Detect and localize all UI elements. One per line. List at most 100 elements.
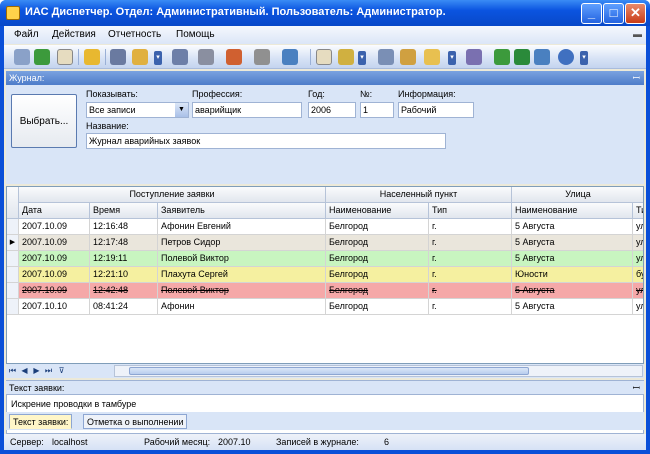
toolbar-chevron-icon[interactable]: ▾ [154, 51, 162, 65]
cell-street-name[interactable]: Юности [512, 267, 633, 282]
name-field[interactable]: Журнал аварийных заявок [86, 133, 446, 149]
col-applicant[interactable]: Заявитель [158, 203, 326, 219]
network-icon[interactable] [534, 49, 550, 65]
toolbar-chevron-icon[interactable]: ▾ [580, 51, 588, 65]
cell-settlement-name[interactable]: Белгород [326, 251, 429, 266]
cell-date[interactable]: 2007.10.10 [19, 299, 90, 314]
last-record-icon[interactable]: ⏭ [43, 365, 54, 376]
prev-record-icon[interactable]: ◀ [19, 365, 30, 376]
number-field[interactable]: 1 [360, 102, 394, 118]
next-record-icon[interactable]: ▶ [31, 365, 42, 376]
row-selector[interactable] [7, 251, 19, 266]
col-time[interactable]: Время [90, 203, 158, 219]
cell-street-name[interactable]: 5 Августа [512, 235, 633, 250]
cell-applicant[interactable]: Плахута Сергей [158, 267, 326, 282]
cell-settlement-name[interactable]: Белгород [326, 219, 429, 234]
cell-street-type[interactable]: ул [633, 219, 643, 234]
row-selector[interactable] [7, 267, 19, 282]
maximize-button[interactable]: □ [603, 3, 624, 24]
cell-street-name[interactable]: 5 Августа [512, 299, 633, 314]
cell-street-name[interactable]: 5 Августа [512, 251, 633, 266]
table-row[interactable]: 2007.10.10 08:41:24 Афонин Белгород г. 5 Авгу… [7, 299, 643, 315]
cell-time[interactable]: 12:16:48 [90, 219, 158, 234]
toolbar-chevron-icon[interactable]: ▾ [448, 51, 456, 65]
cell-settlement-type[interactable]: г. [429, 283, 512, 298]
table-row[interactable]: 2007.10.09 12:21:10 Плахута Сергей Белгород… [7, 267, 643, 283]
row-selector[interactable]: ▶ [7, 235, 19, 250]
cell-applicant[interactable]: Афонин [158, 299, 326, 314]
cell-date[interactable]: 2007.10.09 [19, 283, 90, 298]
table-row[interactable]: 2007.10.09 12:16:48 Афонин Евгений Белгород… [7, 219, 643, 235]
cell-street-type[interactable]: ул [633, 235, 643, 250]
columns-icon[interactable] [172, 49, 188, 65]
search-icon[interactable] [514, 49, 530, 65]
table-row[interactable]: ▶ 2007.10.09 12:17:48 Петров Сидор Белгород г… [7, 235, 643, 251]
cell-date[interactable]: 2007.10.09 [19, 235, 90, 250]
book-icon[interactable] [466, 49, 482, 65]
sign-icon[interactable] [338, 49, 354, 65]
cell-street-name[interactable]: 5 Августа [512, 219, 633, 234]
cell-settlement-type[interactable]: г. [429, 235, 512, 250]
select-journal-button[interactable]: Выбрать... [11, 94, 77, 148]
report-icon[interactable] [316, 49, 332, 65]
cell-time[interactable]: 08:41:24 [90, 299, 158, 314]
cell-date[interactable]: 2007.10.09 [19, 267, 90, 282]
year-field[interactable]: 2006 [308, 102, 356, 118]
cell-street-name[interactable]: 5 Августа [512, 283, 633, 298]
close-button[interactable]: ✕ [625, 3, 646, 24]
cell-settlement-type[interactable]: г. [429, 251, 512, 266]
cell-applicant[interactable]: Полевой Виктор [158, 251, 326, 266]
menu-file[interactable]: Файл [14, 29, 39, 40]
cell-time[interactable]: 12:42:48 [90, 283, 158, 298]
cell-street-type[interactable]: бу [633, 267, 643, 282]
toolbar-chevron-icon[interactable]: ▾ [358, 51, 366, 65]
row-selector[interactable] [7, 283, 19, 298]
profession-field[interactable]: аварийщик [192, 102, 302, 118]
cut-icon[interactable] [14, 49, 30, 65]
menu-reports[interactable]: Отчетность [108, 29, 161, 40]
document-icon[interactable] [57, 49, 73, 65]
cell-settlement-name[interactable]: Белгород [326, 283, 429, 298]
settings-icon[interactable] [254, 49, 270, 65]
home-icon[interactable] [494, 49, 510, 65]
table-row[interactable]: 2007.10.09 12:19:11 Полевой Виктор Белгород… [7, 251, 643, 267]
tools-icon[interactable] [110, 49, 126, 65]
menu-help[interactable]: Помощь [176, 29, 215, 40]
col-settlement-type[interactable]: Тип [429, 203, 512, 219]
cell-settlement-type[interactable]: г. [429, 219, 512, 234]
pin-icon[interactable]: ꟷ [633, 381, 640, 395]
cell-settlement-type[interactable]: г. [429, 267, 512, 282]
horizontal-scrollbar[interactable] [114, 365, 643, 377]
title-bar[interactable]: ИАС Диспетчер. Отдел: Административный. … [0, 0, 650, 26]
window-icon[interactable] [226, 49, 242, 65]
folder-icon[interactable] [424, 49, 440, 65]
minimize-button[interactable]: _ [581, 3, 602, 24]
info-field[interactable]: Рабочий [398, 102, 474, 118]
cell-time[interactable]: 12:17:48 [90, 235, 158, 250]
table-row[interactable]: 2007.10.09 12:42:48 Полевой Виктор Белгород… [7, 283, 643, 299]
cell-street-type[interactable]: ул [633, 299, 643, 314]
cell-settlement-name[interactable]: Белгород [326, 267, 429, 282]
cell-date[interactable]: 2007.10.09 [19, 219, 90, 234]
chevron-down-icon[interactable]: ▼ [175, 103, 188, 117]
print-icon[interactable] [198, 49, 214, 65]
menu-close-icon[interactable]: ▬ [633, 29, 642, 39]
col-settlement-name[interactable]: Наименование [326, 203, 429, 219]
cell-applicant[interactable]: Полевой Виктор [158, 283, 326, 298]
cell-settlement-name[interactable]: Белгород [326, 235, 429, 250]
globe-icon[interactable] [282, 49, 298, 65]
menu-actions[interactable]: Действия [52, 29, 96, 40]
col-date[interactable]: Дата [19, 203, 90, 219]
help-icon[interactable] [558, 49, 574, 65]
first-record-icon[interactable]: ⏮ [7, 365, 18, 376]
cell-street-type[interactable]: ул [633, 283, 643, 298]
cell-applicant[interactable]: Афонин Евгений [158, 219, 326, 234]
show-select[interactable]: Все записи ▼ [86, 102, 189, 118]
filter-icon[interactable]: ⊽ [56, 365, 67, 376]
note-icon[interactable] [400, 49, 416, 65]
col-street-type[interactable]: Ти [633, 203, 643, 219]
cell-settlement-name[interactable]: Белгород [326, 299, 429, 314]
cell-settlement-type[interactable]: г. [429, 299, 512, 314]
row-selector[interactable] [7, 299, 19, 314]
cell-time[interactable]: 12:21:10 [90, 267, 158, 282]
